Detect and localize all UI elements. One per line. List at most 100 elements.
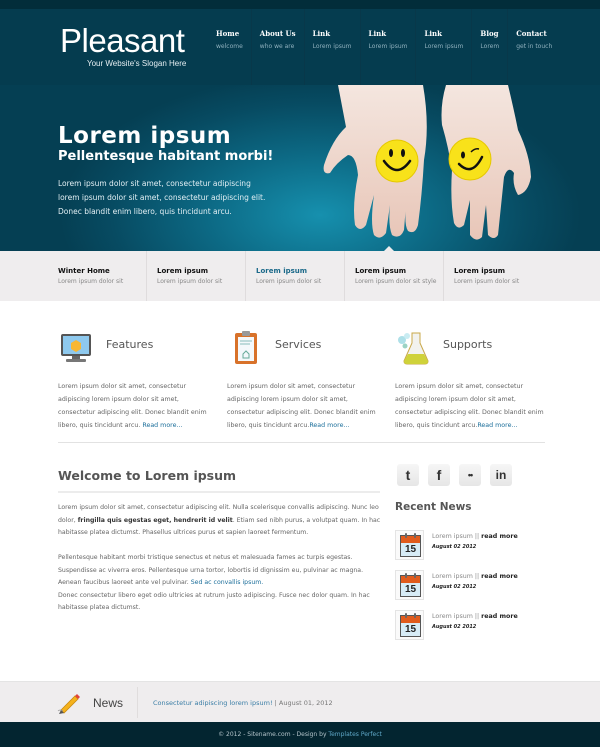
- nav-subtitle: Lorem: [480, 43, 500, 50]
- nav-subtitle: Lorem ipsum: [312, 43, 352, 50]
- read-more-link[interactable]: read more: [481, 533, 518, 540]
- news-text: Lorem ipsum: [432, 573, 473, 580]
- separator: ||: [472, 573, 482, 580]
- linkedin-icon[interactable]: in: [490, 464, 512, 486]
- feature-body: Lorem ipsum dolor sit amet, consectetur …: [227, 383, 376, 429]
- nav-item-link-3[interactable]: Link Lorem ipsum: [416, 9, 473, 85]
- nav-title: Link: [424, 29, 442, 38]
- welcome-body: Lorem ipsum dolor sit amet, consectetur …: [58, 502, 383, 615]
- site-slogan: Your Website's Slogan Here: [87, 59, 187, 68]
- tab-title: Winter Home: [58, 267, 110, 275]
- feature-text: Lorem ipsum dolor sit amet, consectetur …: [395, 380, 550, 432]
- news-text: Lorem ipsum: [432, 533, 473, 540]
- welcome-divider: [58, 491, 380, 493]
- feature-text: Lorem ipsum dolor sit amet, consectetur …: [58, 380, 213, 432]
- recent-news-item: 15 Lorem ipsum || read more August 02 20…: [395, 530, 545, 562]
- feature-title: Supports: [443, 338, 493, 351]
- nav-title: Blog: [480, 29, 499, 38]
- news-headline-link[interactable]: Consectetur adipiscing lorem ipsum!: [153, 699, 273, 707]
- calendar-icon: 15: [395, 530, 424, 560]
- tab-title: Lorem ipsum: [256, 267, 308, 275]
- recent-news-item: 15 Lorem ipsum || read more August 02 20…: [395, 610, 545, 642]
- tab-subtitle: Lorem ipsum dolor sit style: [355, 278, 437, 285]
- main-nav: Home welcome About Us who we are Link Lorem…: [208, 9, 560, 85]
- nav-subtitle: welcome: [216, 43, 243, 50]
- nav-title: Link: [368, 29, 387, 38]
- nav-item-link-1[interactable]: Link Lorem ipsum: [305, 9, 361, 85]
- tab-title: Lorem ipsum: [157, 267, 209, 275]
- hero-text: Lorem ipsum dolor sit amet, consectetur …: [58, 179, 266, 216]
- feature-title: Services: [275, 338, 322, 351]
- smiley-badge-icon: [375, 139, 419, 183]
- feature-tab-5[interactable]: Lorem ipsum Lorem ipsum dolor sit: [444, 251, 543, 301]
- news-label: News: [93, 696, 124, 710]
- nav-title: About Us: [259, 29, 296, 38]
- winking-smiley-badge-icon: [448, 137, 492, 181]
- hero-hands-image: [323, 85, 531, 240]
- calendar-icon: 15: [395, 570, 424, 600]
- twitter-icon[interactable]: t: [397, 464, 419, 486]
- calendar-icon: 15: [395, 610, 424, 640]
- recent-news-title: Recent News: [395, 501, 472, 513]
- top-strip: [0, 0, 600, 9]
- news-date: August 02 2012: [432, 544, 477, 550]
- bold-text: fringilla quis egestas eget, hendrerit i…: [77, 516, 233, 524]
- news-text: Lorem ipsum: [432, 613, 473, 620]
- news-date: August 02 2012: [432, 624, 477, 630]
- feature-tabs: Winter Home Lorem ipsum dolor sit Lorem i…: [0, 251, 600, 301]
- nav-title: Home: [216, 29, 240, 38]
- feature-tab-4[interactable]: Lorem ipsum Lorem ipsum dolor sit style: [345, 251, 444, 301]
- facebook-icon[interactable]: f: [428, 464, 450, 486]
- flickr-icon[interactable]: ••: [459, 464, 481, 486]
- tab-subtitle: Lorem ipsum dolor sit: [58, 278, 124, 285]
- read-more-link[interactable]: Read more...: [309, 422, 349, 429]
- pencil-icon: [57, 694, 80, 714]
- nav-item-home[interactable]: Home welcome: [208, 9, 252, 85]
- feature-tab-winter-home[interactable]: Winter Home Lorem ipsum dolor sit: [48, 251, 147, 301]
- clipboard-icon: [235, 331, 257, 364]
- separator: ||: [472, 613, 482, 620]
- welcome-paragraph: Pellentesque habitant morbi tristique se…: [58, 552, 383, 590]
- nav-title: Contact: [516, 29, 547, 38]
- read-more-link[interactable]: read more: [481, 573, 518, 580]
- feature-text: Lorem ipsum dolor sit amet, consectetur …: [227, 380, 382, 432]
- tab-title: Lorem ipsum: [355, 267, 407, 275]
- news-headline: Lorem ipsum || read more: [432, 573, 518, 580]
- recent-news-item: 15 Lorem ipsum || read more August 02 20…: [395, 570, 545, 602]
- nav-item-contact[interactable]: Contact get in touch: [508, 9, 560, 85]
- read-more-link[interactable]: read more: [481, 613, 518, 620]
- nav-subtitle: Lorem ipsum: [424, 43, 464, 50]
- nav-subtitle: Lorem ipsum: [368, 43, 408, 50]
- feature-body: Lorem ipsum dolor sit amet, consectetur …: [395, 383, 544, 429]
- nav-item-about-us[interactable]: About Us who we are: [252, 9, 305, 85]
- nav-item-link-2[interactable]: Link Lorem ipsum: [361, 9, 417, 85]
- tab-subtitle: Lorem ipsum dolor sit: [454, 278, 520, 285]
- calendar-day: 15: [404, 624, 417, 635]
- news-ticker-bar: News Consectetur adipiscing lorem ipsum!…: [0, 681, 600, 722]
- feature-tab-3-active[interactable]: Lorem ipsum Lorem ipsum dolor sit: [246, 251, 345, 301]
- divider: [137, 687, 138, 718]
- welcome-title: Welcome to Lorem ipsum: [58, 468, 237, 483]
- social-links: t f •• in: [397, 464, 512, 486]
- nav-subtitle: get in touch: [516, 43, 553, 50]
- news-date: August 01, 2012: [278, 699, 333, 707]
- inline-link[interactable]: Sed ac convallis ipsum.: [191, 579, 264, 586]
- copyright-text: © 2012 - Sitename.com - Design by: [218, 731, 329, 738]
- news-headline: Lorem ipsum || read more: [432, 613, 518, 620]
- read-more-link[interactable]: Read more...: [142, 422, 182, 429]
- feature-title: Features: [106, 338, 154, 351]
- nav-item-blog[interactable]: Blog Lorem: [472, 9, 509, 85]
- separator: ||: [472, 533, 482, 540]
- site-header: Pleasant Your Website's Slogan Here Home…: [0, 9, 600, 85]
- nav-title: Link: [312, 29, 331, 38]
- section-divider: [58, 442, 545, 443]
- tab-subtitle: Lorem ipsum dolor sit: [157, 278, 223, 285]
- read-more-link[interactable]: Read more...: [477, 422, 517, 429]
- site-logo[interactable]: Pleasant: [60, 23, 185, 59]
- active-tab-pointer: [384, 246, 394, 251]
- designer-link[interactable]: Templates Perfect: [328, 731, 381, 738]
- site-footer: © 2012 - Sitename.com - Design by Templa…: [0, 722, 600, 747]
- tab-title: Lorem ipsum: [454, 267, 506, 275]
- tab-subtitle: Lorem ipsum dolor sit: [256, 278, 322, 285]
- feature-tab-2[interactable]: Lorem ipsum Lorem ipsum dolor sit: [147, 251, 246, 301]
